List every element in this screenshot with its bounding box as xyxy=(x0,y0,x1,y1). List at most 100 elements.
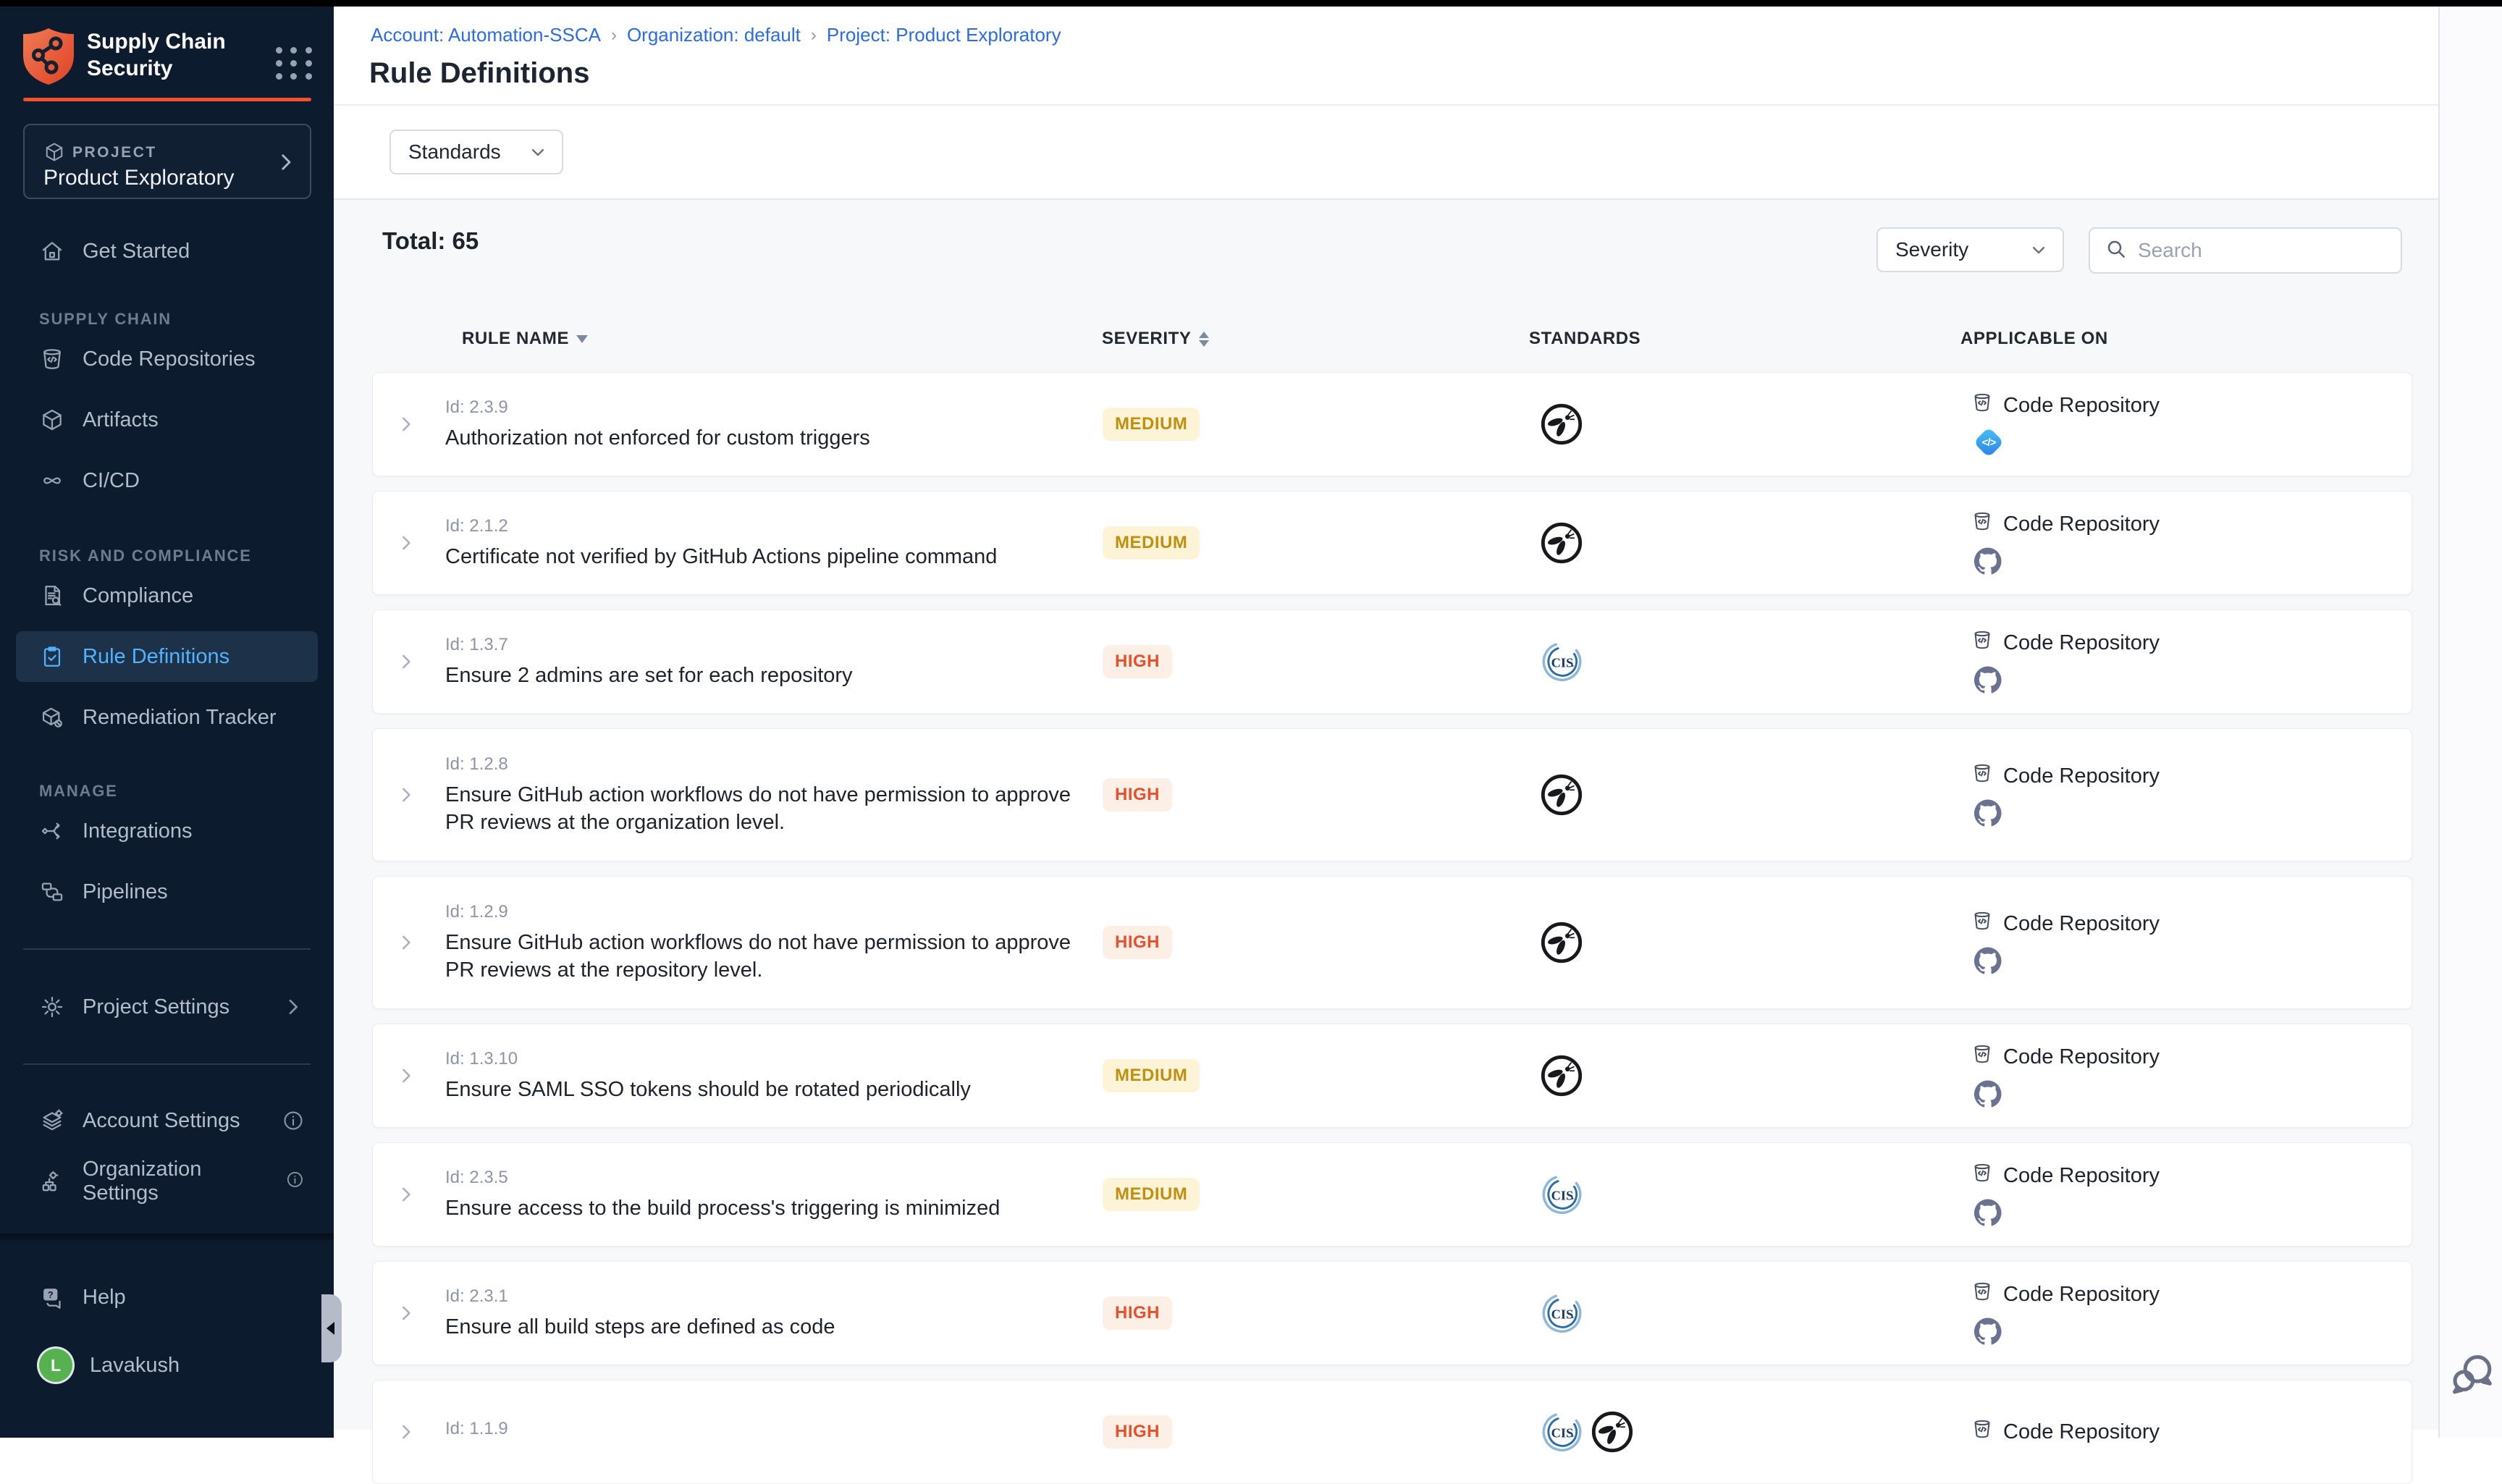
severity-badge: HIGH xyxy=(1103,926,1172,959)
row-expand-chevron-icon[interactable] xyxy=(383,1024,429,1127)
row-expand-chevron-icon[interactable] xyxy=(383,1143,429,1246)
avatar: L xyxy=(39,1349,72,1382)
applicable-on-cell: Code Repository xyxy=(1971,1262,2160,1365)
breadcrumb-separator: › xyxy=(811,25,817,46)
owasp-logo-icon xyxy=(1539,920,1584,965)
right-gutter-scroll-area[interactable] xyxy=(2438,7,2502,1438)
breadcrumb-separator: › xyxy=(611,25,617,46)
page-header: Account: Automation-SSCA › Organization: d… xyxy=(334,7,2438,106)
sidebar-item-remediation-tracker[interactable]: Remediation Tracker xyxy=(0,687,334,748)
share-icon xyxy=(39,818,65,844)
rule-name: Ensure GitHub action workflows do not ha… xyxy=(445,781,1082,836)
severity-cell: HIGH xyxy=(1103,877,1172,1008)
table-header-row: RULE NAMESEVERITYSTANDARDSAPPLICABLE ON xyxy=(334,323,2438,358)
rule-id: Id: 2.3.1 xyxy=(445,1286,1082,1307)
column-header-rule-name[interactable]: RULE NAME xyxy=(462,329,588,349)
sidebar-item-account-settings[interactable]: Account Settings xyxy=(0,1090,334,1151)
main-content: Account: Automation-SSCA › Organization: d… xyxy=(334,7,2438,1438)
app-window: Supply ChainSecurity PROJECT Product Exp… xyxy=(0,0,2502,1438)
svg-text:CIS: CIS xyxy=(1551,1425,1574,1440)
severity-badge: HIGH xyxy=(1103,645,1172,678)
standards-cell xyxy=(1539,729,1584,861)
github-icon xyxy=(1974,1198,2160,1227)
code-bucket-icon xyxy=(1971,1043,1993,1071)
module-switcher-grid-icon[interactable] xyxy=(275,44,313,82)
breadcrumb-link-account[interactable]: Account: Automation-SSCA xyxy=(371,24,601,46)
search-input[interactable] xyxy=(2138,239,2386,262)
project-selector[interactable]: PROJECT Product Exploratory xyxy=(23,124,311,199)
standards-dropdown[interactable]: Standards xyxy=(389,130,563,174)
breadcrumb-link-project[interactable]: Project: Product Exploratory xyxy=(827,24,1061,46)
owasp-logo-icon xyxy=(1590,1409,1635,1454)
table-row[interactable]: Id: 2.3.1Ensure all build steps are defi… xyxy=(372,1261,2412,1365)
table-row[interactable]: Id: 1.3.10Ensure SAML SSO tokens should … xyxy=(372,1024,2412,1128)
sidebar-collapse-handle[interactable] xyxy=(321,1294,342,1362)
severity-cell: MEDIUM xyxy=(1103,373,1200,476)
code-bucket-icon xyxy=(1971,910,1993,937)
sidebar-item-get-started[interactable]: Get Started xyxy=(0,228,334,274)
rule-id: Id: 2.3.9 xyxy=(445,397,1082,418)
standards-cell: CIS xyxy=(1539,1262,1584,1365)
applicable-on-cell: Code Repository xyxy=(1971,1143,2160,1246)
table-row[interactable]: Id: 1.1.9HIGHCISCode Repository xyxy=(372,1380,2412,1484)
rule-name-cell: Id: 1.3.10Ensure SAML SSO tokens should … xyxy=(445,1024,1082,1127)
row-expand-chevron-icon[interactable] xyxy=(383,373,429,476)
table-row[interactable]: Id: 1.3.7Ensure 2 admins are set for eac… xyxy=(372,610,2412,714)
sidebar-item-rule-definitions[interactable]: Rule Definitions xyxy=(0,626,334,687)
window-top-strip xyxy=(0,0,2502,7)
github-icon xyxy=(1974,1317,2160,1346)
sidebar-item-compliance[interactable]: Compliance xyxy=(0,565,334,626)
sidebar-item-code-repositories[interactable]: Code Repositories xyxy=(0,329,334,389)
code-bucket-icon xyxy=(1971,392,1993,419)
sidebar: Supply ChainSecurity PROJECT Product Exp… xyxy=(0,7,334,1438)
chat-bubbles-icon[interactable] xyxy=(2448,1351,2495,1393)
severity-dropdown-label: Severity xyxy=(1895,238,1968,261)
applicable-on-label: Code Repository xyxy=(2003,631,2160,655)
severity-filter-dropdown[interactable]: Severity xyxy=(1876,227,2064,272)
row-expand-chevron-icon[interactable] xyxy=(383,1262,429,1365)
home-icon xyxy=(39,238,65,264)
clipboard-check-icon xyxy=(39,644,65,670)
pipeline-icon xyxy=(39,879,65,905)
table-row[interactable]: Id: 2.3.5Ensure access to the build proc… xyxy=(372,1142,2412,1247)
sidebar-item-integrations[interactable]: Integrations xyxy=(0,801,334,861)
sort-both-icon xyxy=(1199,332,1209,347)
sidebar-item-pipelines[interactable]: Pipelines xyxy=(0,861,334,922)
info-icon[interactable] xyxy=(282,1109,305,1132)
table-row[interactable]: Id: 2.1.2Certificate not verified by Git… xyxy=(372,491,2412,595)
column-label: RULE NAME xyxy=(462,329,569,349)
sidebar-section-risk-and-compliance: RISK AND COMPLIANCE xyxy=(0,536,334,565)
page-title: Rule Definitions xyxy=(369,57,589,90)
row-expand-chevron-icon[interactable] xyxy=(383,729,429,861)
sidebar-user-profile[interactable]: LLavakush xyxy=(0,1335,334,1396)
row-expand-chevron-icon[interactable] xyxy=(383,1380,429,1483)
sidebar-item-ci-cd[interactable]: CI/CD xyxy=(0,450,334,511)
sidebar-item-artifacts[interactable]: Artifacts xyxy=(0,389,334,450)
row-expand-chevron-icon[interactable] xyxy=(383,877,429,1008)
applicable-on-label: Code Repository xyxy=(2003,912,2160,936)
sidebar-footer-separator xyxy=(0,1234,334,1241)
breadcrumb-link-organization[interactable]: Organization: default xyxy=(627,24,801,46)
applicable-on-label: Code Repository xyxy=(2003,394,2160,418)
table-row[interactable]: Id: 1.2.8Ensure GitHub action workflows … xyxy=(372,728,2412,861)
filter-bar: Standards xyxy=(334,106,2438,200)
severity-cell: HIGH xyxy=(1103,1380,1172,1483)
row-expand-chevron-icon[interactable] xyxy=(383,610,429,713)
sidebar-item-help[interactable]: ?Help xyxy=(0,1267,334,1328)
column-header-severity[interactable]: SEVERITY xyxy=(1102,329,1209,349)
table-row[interactable]: Id: 2.3.9Authorization not enforced for … xyxy=(372,372,2412,476)
row-expand-chevron-icon[interactable] xyxy=(383,492,429,594)
info-icon[interactable] xyxy=(285,1170,305,1193)
org-gear-icon xyxy=(39,1168,65,1194)
rule-name-cell: Id: 1.3.7Ensure 2 admins are set for eac… xyxy=(445,610,1082,713)
table-row[interactable]: Id: 1.2.9Ensure GitHub action workflows … xyxy=(372,876,2412,1009)
applicable-on-label: Code Repository xyxy=(2003,764,2160,788)
rule-id: Id: 2.1.2 xyxy=(445,516,1082,536)
doc-search-icon xyxy=(39,583,65,609)
sidebar-item-project-settings[interactable]: Project Settings xyxy=(0,977,334,1037)
column-label: STANDARDS xyxy=(1529,329,1640,349)
severity-cell: HIGH xyxy=(1103,729,1172,861)
sidebar-item-organization-settings[interactable]: Organization Settings xyxy=(0,1151,334,1212)
brand-accent-divider xyxy=(23,98,311,101)
rule-name-cell: Id: 1.2.9Ensure GitHub action workflows … xyxy=(445,877,1082,1008)
